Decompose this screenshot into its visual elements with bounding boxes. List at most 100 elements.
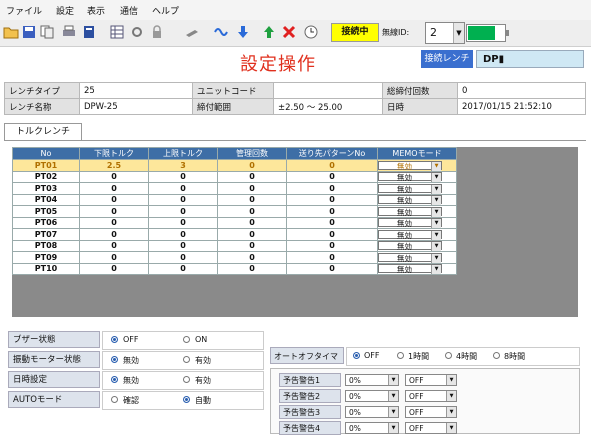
cell-lower-torque[interactable]: 0 <box>79 228 149 241</box>
table-row[interactable]: PT06 0 0 0 0 無効 ▼ <box>12 216 457 229</box>
upload-icon[interactable] <box>260 23 278 41</box>
pre-warning-state-select[interactable]: OFF ▼ <box>405 374 457 386</box>
pre-warning-state-select[interactable]: OFF ▼ <box>405 406 457 418</box>
memo-mode-select[interactable]: 無効 ▼ <box>378 218 442 229</box>
settings-icon[interactable] <box>128 23 146 41</box>
cell-manage-count[interactable]: 0 <box>217 159 287 172</box>
download-icon[interactable] <box>234 23 252 41</box>
open-folder-icon[interactable] <box>2 23 20 41</box>
cell-no[interactable]: PT04 <box>12 193 80 206</box>
tab-torque-wrench[interactable]: トルクレンチ <box>4 123 82 141</box>
memo-mode-select[interactable]: 無効 ▼ <box>378 229 442 240</box>
cell-dest-pattern[interactable]: 0 <box>286 228 378 241</box>
cell-no[interactable]: PT03 <box>12 182 80 195</box>
memo-mode-select[interactable]: 無効 ▼ <box>378 195 442 206</box>
pre-warning-percent-select[interactable]: 0% ▼ <box>345 406 399 418</box>
memo-mode-select[interactable]: 無効 ▼ <box>378 160 442 171</box>
menu-communication[interactable]: 通信 <box>120 4 138 17</box>
table-row[interactable]: PT10 0 0 0 0 無効 ▼ <box>12 262 457 275</box>
cell-no[interactable]: PT01 <box>12 159 80 172</box>
cell-lower-torque[interactable]: 0 <box>79 170 149 183</box>
menu-settings[interactable]: 設定 <box>56 4 74 17</box>
table-row[interactable]: PT01 2.5 3 0 0 無効 ▼ <box>12 159 457 172</box>
delete-icon[interactable] <box>280 23 298 41</box>
memo-mode-select[interactable]: 無効 ▼ <box>378 264 442 275</box>
memo-mode-select[interactable]: 無効 ▼ <box>378 183 442 194</box>
table-row[interactable]: PT03 0 0 0 0 無効 ▼ <box>12 182 457 195</box>
cell-no[interactable]: PT09 <box>12 251 80 264</box>
cell-upper-torque[interactable]: 0 <box>148 216 218 229</box>
cell-dest-pattern[interactable]: 0 <box>286 205 378 218</box>
link-icon[interactable] <box>212 23 230 41</box>
memo-mode-select[interactable]: 無効 ▼ <box>378 172 442 183</box>
cell-dest-pattern[interactable]: 0 <box>286 193 378 206</box>
cell-manage-count[interactable]: 0 <box>217 193 287 206</box>
lock-icon[interactable] <box>148 23 166 41</box>
auto-off-radio-3[interactable] <box>493 352 500 359</box>
cell-upper-torque[interactable]: 0 <box>148 193 218 206</box>
cell-no[interactable]: PT07 <box>12 228 80 241</box>
cell-manage-count[interactable]: 0 <box>217 262 287 275</box>
cell-manage-count[interactable]: 0 <box>217 216 287 229</box>
vibration-motor-radio-2[interactable] <box>183 356 190 363</box>
vibration-motor-radio-1[interactable] <box>111 356 118 363</box>
cell-no[interactable]: PT06 <box>12 216 80 229</box>
cell-lower-torque[interactable]: 0 <box>79 193 149 206</box>
cell-manage-count[interactable]: 0 <box>217 251 287 264</box>
memo-mode-select[interactable]: 無効 ▼ <box>378 206 442 217</box>
cell-lower-torque[interactable]: 0 <box>79 216 149 229</box>
table-row[interactable]: PT08 0 0 0 0 無効 ▼ <box>12 239 457 252</box>
cell-lower-torque[interactable]: 0 <box>79 262 149 275</box>
cell-dest-pattern[interactable]: 0 <box>286 251 378 264</box>
menu-file[interactable]: ファイル <box>6 4 42 17</box>
cell-no[interactable]: PT10 <box>12 262 80 275</box>
cell-lower-torque[interactable]: 2.5 <box>79 159 149 172</box>
cell-no[interactable]: PT08 <box>12 239 80 252</box>
menu-help[interactable]: ヘルプ <box>152 4 179 17</box>
cell-dest-pattern[interactable]: 0 <box>286 239 378 252</box>
cell-upper-torque[interactable]: 0 <box>148 251 218 264</box>
auto-mode-radio-2[interactable] <box>183 396 190 403</box>
wrench-icon[interactable] <box>184 23 202 41</box>
cell-upper-torque[interactable]: 0 <box>148 182 218 195</box>
datetime-radio-1[interactable] <box>111 376 118 383</box>
wireless-id-select[interactable]: 2 ▼ <box>425 22 465 44</box>
cell-upper-torque[interactable]: 0 <box>148 228 218 241</box>
cell-no[interactable]: PT05 <box>12 205 80 218</box>
cell-upper-torque[interactable]: 0 <box>148 262 218 275</box>
auto-off-radio-0[interactable] <box>353 352 360 359</box>
cell-lower-torque[interactable]: 0 <box>79 251 149 264</box>
cell-manage-count[interactable]: 0 <box>217 182 287 195</box>
pre-warning-percent-select[interactable]: 0% ▼ <box>345 374 399 386</box>
memo-mode-select[interactable]: 無効 ▼ <box>378 252 442 263</box>
cell-lower-torque[interactable]: 0 <box>79 205 149 218</box>
cell-manage-count[interactable]: 0 <box>217 239 287 252</box>
pre-warning-percent-select[interactable]: 0% ▼ <box>345 390 399 402</box>
print-icon[interactable] <box>60 23 78 41</box>
pre-warning-state-select[interactable]: OFF ▼ <box>405 422 457 434</box>
menu-view[interactable]: 表示 <box>87 4 105 17</box>
buzzer-radio-2[interactable] <box>183 336 190 343</box>
cell-dest-pattern[interactable]: 0 <box>286 182 378 195</box>
buzzer-radio-1[interactable] <box>111 336 118 343</box>
book-icon[interactable] <box>80 23 98 41</box>
cell-dest-pattern[interactable]: 0 <box>286 216 378 229</box>
table-row[interactable]: PT09 0 0 0 0 無効 ▼ <box>12 251 457 264</box>
datetime-radio-2[interactable] <box>183 376 190 383</box>
pre-warning-percent-select[interactable]: 0% ▼ <box>345 422 399 434</box>
table-row[interactable]: PT07 0 0 0 0 無効 ▼ <box>12 228 457 241</box>
pre-warning-state-select[interactable]: OFF ▼ <box>405 390 457 402</box>
table-row[interactable]: PT05 0 0 0 0 無効 ▼ <box>12 205 457 218</box>
grid-icon[interactable] <box>108 23 126 41</box>
cell-manage-count[interactable]: 0 <box>217 205 287 218</box>
cell-upper-torque[interactable]: 0 <box>148 170 218 183</box>
memo-mode-select[interactable]: 無効 ▼ <box>378 241 442 252</box>
cell-lower-torque[interactable]: 0 <box>79 239 149 252</box>
cell-lower-torque[interactable]: 0 <box>79 182 149 195</box>
cell-upper-torque[interactable]: 0 <box>148 205 218 218</box>
table-row[interactable]: PT04 0 0 0 0 無効 ▼ <box>12 193 457 206</box>
cell-manage-count[interactable]: 0 <box>217 170 287 183</box>
cell-no[interactable]: PT02 <box>12 170 80 183</box>
auto-mode-radio-1[interactable] <box>111 396 118 403</box>
cell-dest-pattern[interactable]: 0 <box>286 170 378 183</box>
